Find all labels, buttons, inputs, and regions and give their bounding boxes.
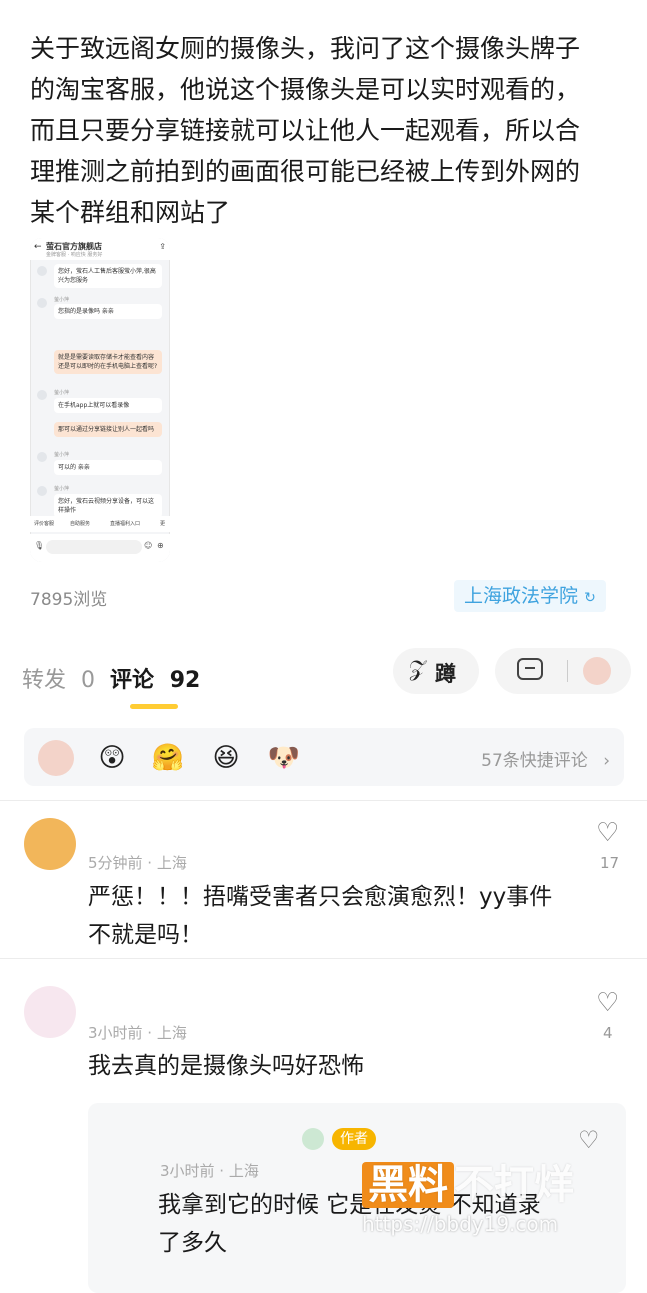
quick-action: 直播福利入口 — [110, 521, 141, 527]
plus-icon: ⊕ — [157, 541, 164, 550]
chat-bubble: 就是是需要读取存储卡才能查看内容还是可以即时的在手机电脑上查看呢? — [54, 350, 162, 374]
comment-text: 严惩！！！捂嘴受害者只会愈演愈烈！yy事件 不就是吗！ — [88, 884, 553, 948]
avatar-reaction[interactable] — [38, 740, 74, 776]
agent-name: 萤小萍 — [54, 486, 70, 492]
watermark-url: https://bbdy19.com — [362, 1212, 559, 1236]
commenter-avatar[interactable] — [24, 818, 76, 870]
quick-reaction-bar: 😲 🤗 😆 🐶 57条快捷评论 › — [24, 728, 624, 786]
divider — [0, 800, 647, 801]
tab-comments[interactable]: 评论 92 — [110, 662, 200, 694]
quick-comments-label: 57条快捷评论 — [481, 751, 588, 771]
quick-action: 更 — [160, 521, 166, 527]
squat-label: 蹲 — [435, 662, 456, 686]
comment-compose-button[interactable] — [495, 648, 631, 694]
chat-bubble: 那可以通过分享链接让别人一起看吗 — [54, 422, 162, 437]
tab-forward[interactable]: 转发 0 — [22, 662, 95, 694]
chat-input-bar: 🎙 ☺ ⊕ — [30, 534, 170, 562]
squat-button[interactable]: 𝒵 蹲 — [393, 648, 479, 694]
tab-forward-label: 转发 — [22, 668, 67, 693]
grin-emoji-icon[interactable]: 😆 — [208, 740, 244, 776]
comment-meta: 5分钟前 · 上海 — [88, 854, 187, 872]
chat-bubble: 您指的是录像吗 亲亲 — [54, 304, 162, 319]
view-count: 7895浏览 — [30, 590, 108, 610]
school-tag[interactable]: 上海政法学院 ↻ — [454, 580, 606, 612]
comment-icon — [517, 658, 543, 680]
agent-avatar — [37, 452, 47, 462]
chevron-right-icon: › — [603, 751, 610, 771]
author-badge: 作者 — [332, 1128, 376, 1150]
squat-icon: 𝒵 — [409, 657, 426, 682]
commenter-avatar[interactable] — [24, 986, 76, 1038]
agent-avatar — [37, 486, 47, 496]
agent-avatar — [37, 390, 47, 400]
comment-text: 我去真的是摄像头吗好恐怖 — [88, 1053, 364, 1079]
refresh-icon: ↻ — [584, 590, 596, 606]
like-count: 17 — [600, 854, 620, 872]
tab-forward-count: 0 — [81, 668, 96, 693]
post-text: 关于致远阁女厕的摄像头，我问了这个摄像头牌子 的淘宝客服，他说这个摄像头是可以实… — [30, 34, 581, 227]
chat-input-box — [46, 540, 142, 554]
agent-avatar — [37, 266, 47, 276]
chat-bubble: 您好，萤石云视频分享设备，可以这样操作 — [54, 494, 162, 518]
chat-quick-actions: 评价客服 自助服务 直播福利入口 更 — [30, 516, 170, 532]
tab-comments-label: 评论 — [110, 668, 155, 693]
hug-emoji-icon[interactable]: 🤗 — [150, 740, 186, 776]
tab-comments-count: 92 — [169, 668, 201, 693]
chat-bubble: 您好，萤石人工售后客服萤小萍,很高兴为您服务 — [54, 264, 162, 288]
store-subtitle: 金牌客服 · 响应快 服务好 — [46, 252, 103, 258]
doge-emoji-icon[interactable]: 🐶 — [266, 740, 302, 776]
active-tab-underline — [130, 704, 178, 709]
agent-avatar — [37, 298, 47, 308]
like-heart-icon[interactable]: ♡ — [578, 1126, 600, 1154]
mic-icon: 🎙 — [34, 541, 45, 550]
share-icon: ⇪ — [159, 242, 166, 251]
like-count: 4 — [603, 1024, 613, 1042]
user-avatar — [583, 657, 611, 685]
shocked-emoji-icon[interactable]: 😲 — [94, 740, 130, 776]
agent-name: 萤小萍 — [54, 390, 70, 396]
back-arrow-icon: ← — [34, 242, 42, 252]
agent-name: 萤小萍 — [54, 297, 70, 303]
divider — [0, 958, 647, 959]
watermark-brand: 黑料 — [362, 1162, 454, 1208]
quick-action: 评价客服 — [34, 521, 55, 527]
school-tag-label: 上海政法学院 — [464, 585, 579, 607]
reply-meta: 3小时前 · 上海 — [160, 1162, 259, 1180]
agent-name: 萤小萍 — [54, 452, 70, 458]
watermark-brand-tail: 不打烊 — [454, 1162, 574, 1208]
reply-avatar[interactable] — [302, 1128, 324, 1150]
chat-bubble: 在手机app上就可以看录像 — [54, 398, 162, 413]
quick-action: 自助服务 — [70, 521, 91, 527]
emoji-icon: ☺ — [144, 541, 153, 550]
quick-comments-link[interactable]: 57条快捷评论 › — [481, 746, 610, 771]
comment-meta: 3小时前 · 上海 — [88, 1024, 187, 1042]
chat-header: ← 萤石官方旗舰店 金牌客服 · 响应快 服务好 ⇪ — [30, 238, 170, 260]
post-image[interactable]: ← 萤石官方旗舰店 金牌客服 · 响应快 服务好 ⇪ 您好，萤石人工售后客服萤小… — [30, 238, 170, 562]
pill-divider — [567, 660, 568, 682]
like-heart-icon[interactable]: ♡ — [596, 988, 619, 1018]
watermark: 黑料 不打烊 — [362, 1152, 574, 1210]
chat-bubble: 可以的 亲亲 — [54, 460, 162, 475]
like-heart-icon[interactable]: ♡ — [596, 818, 619, 848]
